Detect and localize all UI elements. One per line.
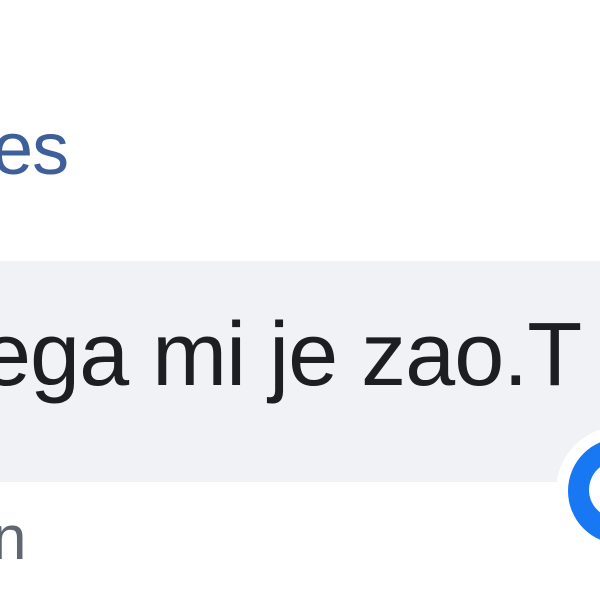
comment-viewport: es jega mi je zao.T n — [0, 0, 600, 600]
comment-meta: n — [0, 504, 27, 573]
comment-text: jega mi je zao.T — [0, 305, 582, 405]
comment-author-link[interactable]: es — [0, 112, 69, 186]
messenger-icon — [568, 438, 600, 544]
